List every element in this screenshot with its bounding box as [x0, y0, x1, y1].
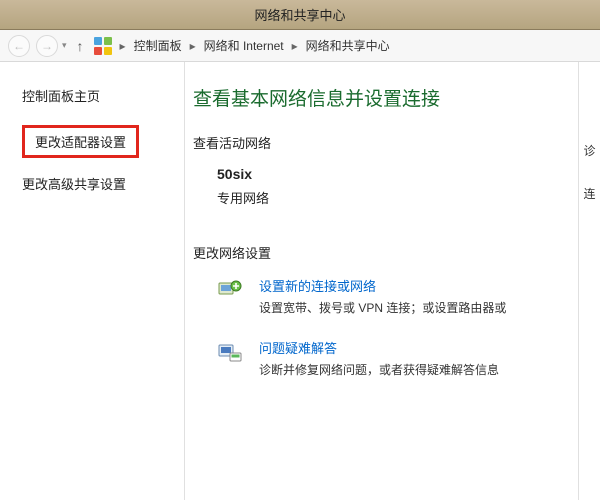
troubleshoot-link[interactable]: 问题疑难解答	[259, 338, 499, 357]
list-item: 设置新的连接或网络 设置宽带、拨号或 VPN 连接；或设置路由器或	[215, 276, 578, 316]
new-connection-icon	[215, 276, 245, 306]
sidebar-home-link[interactable]: 控制面板主页	[22, 86, 184, 105]
sidebar-adapter-link[interactable]: 更改适配器设置	[35, 132, 126, 151]
right-fragment: 连	[579, 185, 600, 202]
chevron-icon: ▸	[190, 39, 196, 53]
history-dropdown[interactable]: ▾	[62, 40, 67, 51]
window-title: 网络和共享中心	[254, 5, 345, 24]
chevron-icon: ▸	[292, 39, 298, 53]
highlight-box: 更改适配器设置	[22, 125, 139, 158]
active-networks-label: 查看活动网络	[193, 133, 578, 152]
up-button[interactable]: ↑	[73, 38, 88, 54]
troubleshoot-icon	[215, 338, 245, 368]
breadcrumb-item[interactable]: 控制面板	[134, 37, 182, 54]
active-network-block: 50six 专用网络	[193, 166, 578, 207]
sidebar-advanced-link[interactable]: 更改高级共享设置	[22, 174, 184, 193]
control-panel-icon	[94, 37, 112, 55]
list-item: 问题疑难解答 诊断并修复网络问题，或者获得疑难解答信息	[215, 338, 578, 378]
network-name: 50six	[217, 166, 578, 182]
troubleshoot-desc: 诊断并修复网络问题，或者获得疑难解答信息	[259, 361, 499, 378]
right-fragment: 诊	[579, 142, 600, 159]
forward-button[interactable]: →	[36, 35, 58, 57]
back-button[interactable]: ←	[8, 35, 30, 57]
window-titlebar: 网络和共享中心	[0, 0, 600, 30]
breadcrumb-item[interactable]: 网络和共享中心	[306, 37, 390, 54]
network-type: 专用网络	[217, 188, 578, 207]
chevron-icon: ▸	[120, 39, 126, 53]
new-connection-desc: 设置宽带、拨号或 VPN 连接；或设置路由器或	[259, 299, 506, 316]
sidebar: 控制面板主页 更改适配器设置 更改高级共享设置	[0, 62, 185, 500]
page-heading: 查看基本网络信息并设置连接	[193, 84, 578, 111]
main-content: 查看基本网络信息并设置连接 查看活动网络 50six 专用网络 更改网络设置 设…	[185, 62, 578, 500]
navigation-toolbar: ← → ▾ ↑ ▸ 控制面板 ▸ 网络和 Internet ▸ 网络和共享中心	[0, 30, 600, 62]
right-cut-panel: 诊 连	[578, 62, 600, 500]
new-connection-link[interactable]: 设置新的连接或网络	[259, 276, 506, 295]
breadcrumb-item[interactable]: 网络和 Internet	[204, 37, 284, 54]
change-settings-label: 更改网络设置	[193, 243, 578, 262]
